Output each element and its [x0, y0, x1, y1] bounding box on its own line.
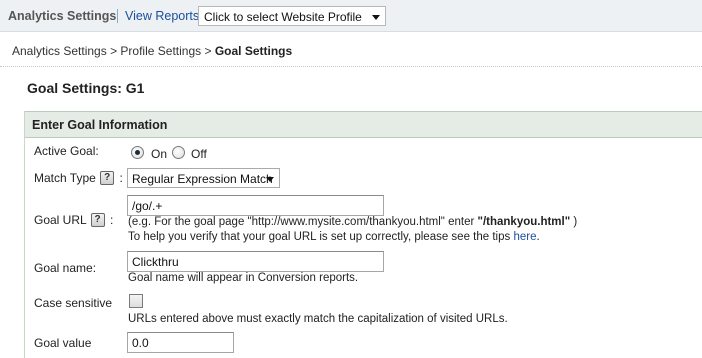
- label-suffix: :: [119, 171, 123, 185]
- match-type-value: Regular Expression Match: [132, 172, 273, 186]
- goal-name-label: Goal name:: [34, 261, 97, 275]
- help-icon[interactable]: ?: [90, 212, 105, 227]
- dropdown-arrow-icon: [372, 15, 380, 20]
- case-sensitive-note: URLs entered above must exactly match th…: [128, 313, 508, 325]
- active-goal-on-radio[interactable]: [131, 146, 144, 159]
- case-sensitive-label: Case sensitive: [34, 296, 113, 310]
- active-goal-off-label: Off: [191, 147, 207, 161]
- active-goal-off-radio[interactable]: [172, 146, 185, 159]
- profile-select-value: Click to select Website Profile: [204, 10, 362, 24]
- match-type-label-text: Match Type: [34, 171, 96, 185]
- goal-url-example-bold: "/thankyou.html": [477, 216, 571, 228]
- goal-url-example-end: ): [570, 216, 578, 228]
- goal-url-tip: To help you verify that your goal URL is…: [128, 231, 540, 243]
- divider: [0, 66, 702, 67]
- goal-value-input[interactable]: 0.0: [127, 332, 234, 353]
- active-goal-label: Active Goal:: [34, 144, 99, 158]
- breadcrumb-separator: >: [110, 44, 118, 58]
- view-reports-label: View Reports:: [125, 9, 203, 23]
- divider: [117, 9, 118, 23]
- goal-name-note: Goal name will appear in Conversion repo…: [128, 272, 359, 284]
- label-suffix: :: [109, 213, 114, 227]
- dropdown-arrow-icon: [266, 177, 274, 182]
- breadcrumb-current: Goal Settings: [214, 44, 293, 58]
- match-type-label: Match Type ? :: [34, 170, 123, 185]
- goal-url-label: Goal URL ? :: [34, 212, 114, 227]
- active-goal-on-label: On: [151, 147, 168, 161]
- app-title: Analytics Settings: [8, 9, 117, 23]
- goal-name-input[interactable]: Clickthru: [127, 251, 384, 272]
- help-icon[interactable]: ?: [100, 170, 115, 185]
- goal-url-tip-text: To help you verify that your goal URL is…: [128, 231, 514, 243]
- breadcrumb-profile-settings[interactable]: Profile Settings: [120, 44, 201, 58]
- case-sensitive-checkbox[interactable]: [129, 294, 143, 308]
- breadcrumb: Analytics Settings > Profile Settings > …: [12, 44, 292, 58]
- goal-url-example-text: (e.g. For the goal page "http://www.mysi…: [128, 216, 478, 228]
- goal-url-example: (e.g. For the goal page "http://www.mysi…: [128, 216, 577, 228]
- goal-value-label: Goal value: [34, 336, 92, 350]
- goal-url-input[interactable]: /go/.+: [127, 195, 384, 216]
- panel-header: Enter Goal Information: [25, 111, 702, 138]
- top-bar: Analytics Settings View Reports: Click t…: [0, 0, 702, 32]
- match-type-select[interactable]: Regular Expression Match: [127, 168, 280, 188]
- breadcrumb-separator: >: [204, 44, 212, 58]
- goal-url-tip-end: .: [536, 231, 540, 243]
- goal-url-label-text: Goal URL: [34, 213, 87, 227]
- panel-header-title: Enter Goal Information: [32, 118, 168, 132]
- breadcrumb-analytics-settings[interactable]: Analytics Settings: [12, 44, 107, 58]
- tips-link[interactable]: here: [513, 231, 536, 243]
- website-profile-select[interactable]: Click to select Website Profile: [198, 6, 386, 26]
- page-title: Goal Settings: G1: [27, 80, 145, 96]
